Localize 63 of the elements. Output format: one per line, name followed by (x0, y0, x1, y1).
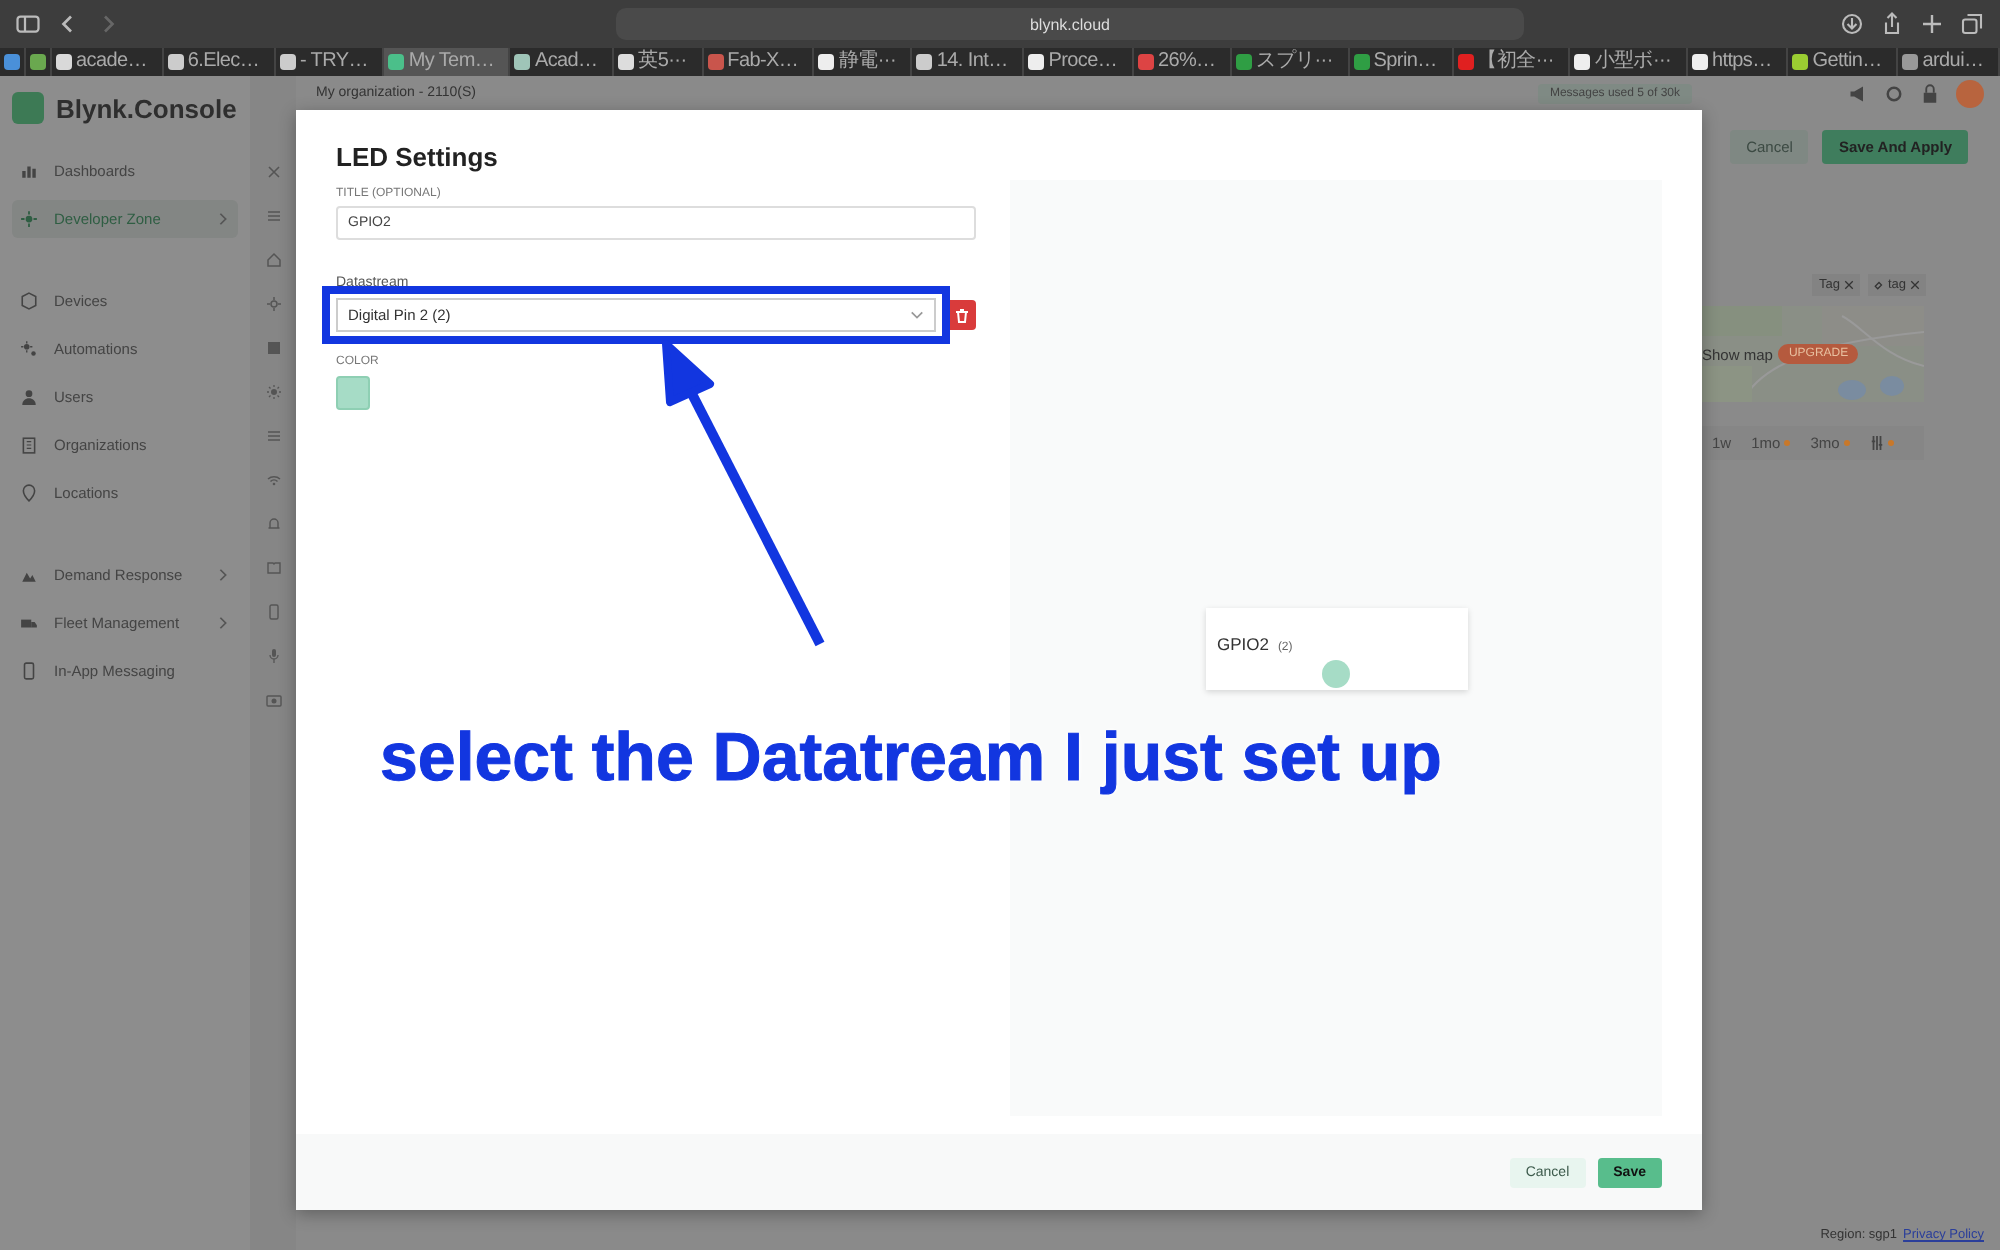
sliders-icon (1869, 436, 1884, 450)
browser-tab[interactable]: - TRY… (275, 48, 385, 76)
trash-icon (953, 307, 969, 323)
led-indicator (1322, 659, 1350, 687)
link-icon (1873, 280, 1884, 290)
browser-tab[interactable]: Sprin… (1349, 48, 1454, 76)
address-bar[interactable]: blynk.cloud (616, 8, 1524, 40)
app-logo: Blynk.Console (56, 93, 237, 123)
pinned-tab[interactable] (0, 48, 26, 76)
close-icon[interactable] (1910, 280, 1920, 290)
phone-icon (20, 662, 38, 680)
download-icon[interactable] (1840, 12, 1864, 36)
sidebar-icon[interactable] (16, 12, 40, 36)
browser-tab[interactable]: 英5··· (614, 48, 704, 76)
annotation-text: select the Datatream I just set up (380, 720, 1442, 798)
bell-icon[interactable] (265, 516, 281, 532)
list-icon[interactable] (265, 428, 281, 444)
megaphone-icon[interactable] (1848, 83, 1868, 103)
browser-tab[interactable]: Fab-X… (703, 48, 815, 76)
person-icon (20, 388, 38, 406)
time-range-option[interactable] (1869, 434, 1894, 452)
pinned-tab[interactable] (26, 48, 52, 76)
browser-tab[interactable]: 静電··· (814, 48, 913, 76)
chart-icon (20, 162, 38, 180)
close-icon[interactable] (1843, 280, 1854, 290)
browser-tab[interactable]: 14. Int… (912, 48, 1025, 76)
menu-icon[interactable] (265, 208, 281, 224)
building-icon (20, 436, 38, 454)
chevron-icon (910, 308, 924, 322)
browser-tab[interactable]: スプリ··· (1232, 48, 1350, 76)
browser-tab[interactable]: Proce… (1024, 48, 1134, 76)
browser-tab[interactable]: Gettin… (1788, 48, 1899, 76)
camera-icon[interactable] (265, 692, 281, 708)
browser-tab[interactable]: Acad… (510, 48, 615, 76)
browser-tab[interactable]: https… (1687, 48, 1789, 76)
browser-tab[interactable]: 6.Elec… (163, 48, 276, 76)
dialog-title: LED Settings (334, 140, 500, 176)
pin-icon (20, 484, 38, 502)
gears-icon (20, 340, 38, 358)
plus-icon[interactable] (1920, 12, 1944, 36)
widget-title: GPIO2 (1217, 633, 1269, 653)
wifi-icon[interactable] (265, 472, 281, 488)
browser-tab[interactable]: 【初全··· (1453, 48, 1571, 76)
share-icon[interactable] (1880, 12, 1904, 36)
avatar[interactable] (1956, 79, 1984, 107)
browser-tab[interactable]: ardui… (1898, 48, 2000, 76)
close-icon[interactable] (265, 164, 281, 180)
logo-icon (12, 92, 44, 124)
browser-tab[interactable]: 26%… (1133, 48, 1233, 76)
gear-icon[interactable] (265, 296, 281, 312)
phone-icon[interactable] (265, 604, 281, 620)
tabs-icon[interactable] (1960, 12, 1984, 36)
browser-tab[interactable]: My Tem… (384, 48, 511, 76)
sun-icon[interactable] (265, 384, 281, 400)
gear-icon (20, 210, 38, 228)
book-icon[interactable] (265, 560, 281, 576)
color-swatch[interactable] (336, 376, 370, 410)
browser-tab[interactable]: acade… (52, 48, 164, 76)
lock-icon[interactable] (1920, 83, 1940, 103)
microphone-icon[interactable] (265, 648, 281, 664)
truck-icon (20, 614, 38, 632)
home-icon[interactable] (265, 252, 281, 268)
browser-tab[interactable]: 小型ボ··· (1570, 48, 1688, 76)
